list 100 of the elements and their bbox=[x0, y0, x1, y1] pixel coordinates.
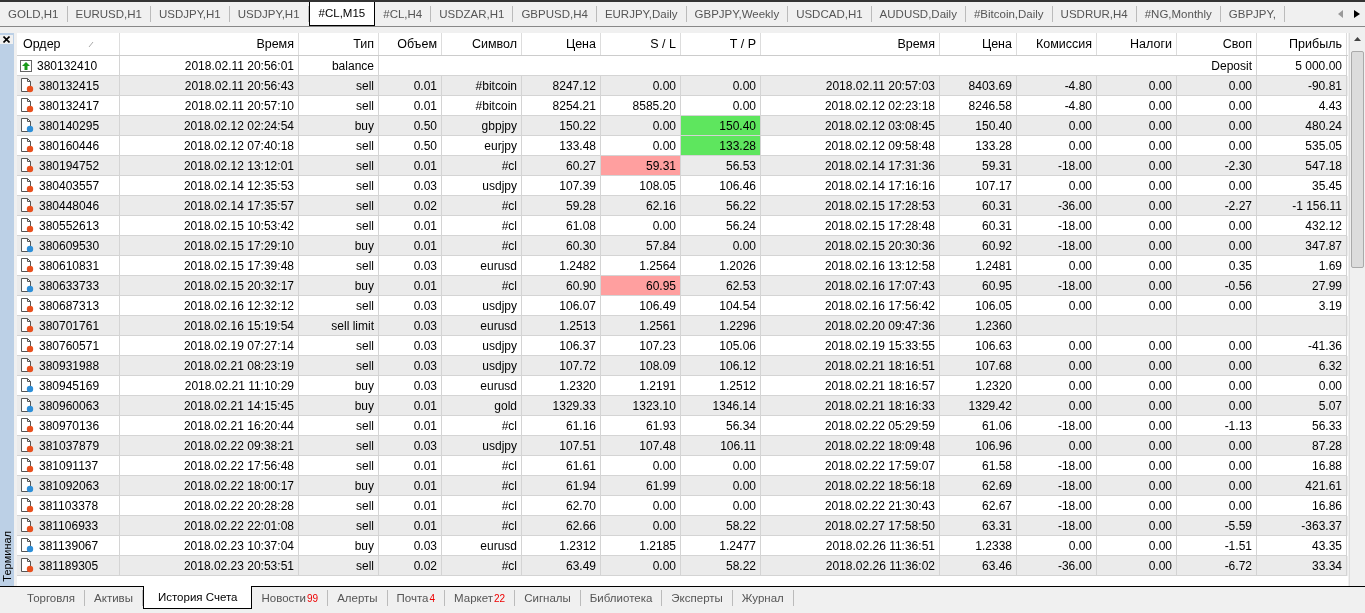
profit-cell: 33.34 bbox=[1257, 556, 1347, 576]
sell-order-icon bbox=[20, 518, 34, 533]
chart-tab[interactable]: EURUSD,H1 bbox=[67, 6, 151, 22]
chart-tab[interactable]: #CL,M15 bbox=[308, 2, 376, 26]
column-header[interactable]: Время bbox=[120, 33, 299, 55]
taxes-cell: 0.00 bbox=[1097, 556, 1177, 576]
chart-tab[interactable]: GBPUSD,H4 bbox=[513, 6, 597, 22]
price-cell: 63.31 bbox=[940, 516, 1017, 536]
chart-tab[interactable]: USDCAD,H1 bbox=[788, 6, 872, 22]
stop-loss-cell: 108.09 bbox=[601, 356, 681, 376]
swap-cell: -0.56 bbox=[1177, 276, 1257, 296]
column-header[interactable]: Цена bbox=[522, 33, 601, 55]
scroll-up-icon[interactable] bbox=[1354, 37, 1361, 41]
commission-cell: -36.00 bbox=[1017, 196, 1097, 216]
order-number: 380132410 bbox=[37, 58, 98, 73]
order-number: 380760571 bbox=[39, 338, 100, 353]
chart-tab[interactable]: GBPJPY, bbox=[1220, 6, 1285, 22]
chart-tab[interactable]: USDZAR,H1 bbox=[431, 6, 514, 22]
order-number: 380701761 bbox=[39, 318, 100, 333]
type-cell: sell bbox=[299, 516, 379, 536]
price-cell: 62.66 bbox=[522, 516, 601, 536]
symbol-cell: #bitcoin bbox=[442, 76, 522, 96]
order-number: 380960063 bbox=[39, 398, 100, 413]
chart-tab[interactable]: EURJPY,Daily bbox=[596, 6, 687, 22]
price-cell: 8247.12 bbox=[522, 76, 601, 96]
order-number: 380403557 bbox=[39, 178, 100, 193]
price-cell: 62.69 bbox=[940, 476, 1017, 496]
take-profit-cell: 133.28 bbox=[681, 136, 761, 156]
price-cell: 60.31 bbox=[940, 196, 1017, 216]
scroll-right-icon[interactable] bbox=[1354, 10, 1360, 18]
column-header[interactable]: Время bbox=[761, 33, 940, 55]
sell-order-icon bbox=[20, 338, 34, 353]
terminal-tab[interactable]: Алерты bbox=[328, 590, 388, 606]
column-header[interactable]: Символ bbox=[442, 33, 522, 55]
sell-order-icon bbox=[20, 198, 34, 213]
column-header[interactable]: Комиссия bbox=[1017, 33, 1097, 55]
order-number: 380132415 bbox=[39, 78, 100, 93]
column-header[interactable]: Налоги bbox=[1097, 33, 1177, 55]
column-header[interactable]: Цена bbox=[940, 33, 1017, 55]
taxes-cell: 0.00 bbox=[1097, 476, 1177, 496]
order-number: 381103378 bbox=[39, 498, 99, 513]
chart-tab[interactable]: #CL,H4 bbox=[375, 6, 432, 22]
take-profit-cell: 106.12 bbox=[681, 356, 761, 376]
scrollbar[interactable] bbox=[1349, 33, 1365, 586]
taxes-cell: 0.00 bbox=[1097, 396, 1177, 416]
commission-cell: -18.00 bbox=[1017, 516, 1097, 536]
volume-cell: 0.01 bbox=[379, 76, 442, 96]
time-cell: 2018.02.12 13:12:01 bbox=[120, 156, 299, 176]
swap-cell: -5.59 bbox=[1177, 516, 1257, 536]
order-number: 380609530 bbox=[39, 238, 100, 253]
swap-cell: -6.72 bbox=[1177, 556, 1257, 576]
column-header[interactable]: S / L bbox=[601, 33, 681, 55]
time-cell: 2018.02.22 18:00:17 bbox=[120, 476, 299, 496]
type-cell: buy bbox=[299, 476, 379, 496]
symbol-cell: #cl bbox=[442, 516, 522, 536]
column-header[interactable]: Своп bbox=[1177, 33, 1257, 55]
swap-cell: 0.00 bbox=[1177, 236, 1257, 256]
order-number: 381037879 bbox=[39, 438, 100, 453]
sell-order-icon bbox=[20, 158, 34, 173]
column-header[interactable]: Прибыль bbox=[1257, 33, 1347, 55]
symbol-cell: usdjpy bbox=[442, 436, 522, 456]
chart-tab[interactable]: GOLD,H1 bbox=[0, 6, 68, 22]
type-cell: sell bbox=[299, 196, 379, 216]
profit-cell: 480.24 bbox=[1257, 116, 1347, 136]
time-cell: 2018.02.22 18:09:48 bbox=[761, 436, 940, 456]
swap-cell: 0.00 bbox=[1177, 396, 1257, 416]
commission-cell: 0.00 bbox=[1017, 356, 1097, 376]
profit-cell: 347.87 bbox=[1257, 236, 1347, 256]
terminal-tab[interactable]: Эксперты bbox=[662, 590, 733, 606]
buy-order-icon bbox=[20, 478, 34, 493]
time-cell: 2018.02.15 20:32:17 bbox=[120, 276, 299, 296]
column-header[interactable]: Ордер bbox=[17, 33, 120, 55]
chart-tab[interactable]: USDJPY,H1 bbox=[150, 6, 230, 22]
chart-tab[interactable]: USDJPY,H1 bbox=[229, 6, 309, 22]
price-cell: 60.90 bbox=[522, 276, 601, 296]
chart-tab[interactable]: AUDUSD,Daily bbox=[871, 6, 966, 22]
terminal-tab[interactable]: История Счета bbox=[142, 586, 253, 609]
column-header[interactable]: Тип bbox=[299, 33, 379, 55]
terminal-tab[interactable]: Библиотека bbox=[580, 590, 663, 606]
take-profit-cell: 56.53 bbox=[681, 156, 761, 176]
terminal-tab[interactable]: Сигналы bbox=[515, 590, 581, 606]
buy-order-icon bbox=[20, 278, 34, 293]
sell-order-icon bbox=[20, 458, 34, 473]
take-profit-cell: 0.00 bbox=[681, 236, 761, 256]
terminal-tab[interactable]: Активы bbox=[85, 590, 143, 606]
column-header[interactable]: Объем bbox=[379, 33, 442, 55]
chart-tab[interactable]: #NG,Monthly bbox=[1136, 6, 1221, 22]
chart-tab[interactable]: USDRUR,H4 bbox=[1052, 6, 1137, 22]
chart-tab[interactable]: GBPJPY,Weekly bbox=[686, 6, 789, 22]
terminal-tab[interactable]: Торговля bbox=[18, 590, 86, 606]
symbol-cell: gold bbox=[442, 396, 522, 416]
terminal-tab[interactable]: Журнал bbox=[732, 590, 794, 606]
take-profit-cell: 1.2296 bbox=[681, 316, 761, 336]
price-cell: 60.30 bbox=[522, 236, 601, 256]
type-cell: buy bbox=[299, 116, 379, 136]
column-header[interactable]: T / P bbox=[681, 33, 761, 55]
close-icon[interactable] bbox=[0, 35, 14, 44]
chart-tab[interactable]: #Bitcoin,Daily bbox=[965, 6, 1053, 22]
sell-order-icon bbox=[20, 298, 34, 313]
order-number: 380160446 bbox=[39, 138, 100, 153]
